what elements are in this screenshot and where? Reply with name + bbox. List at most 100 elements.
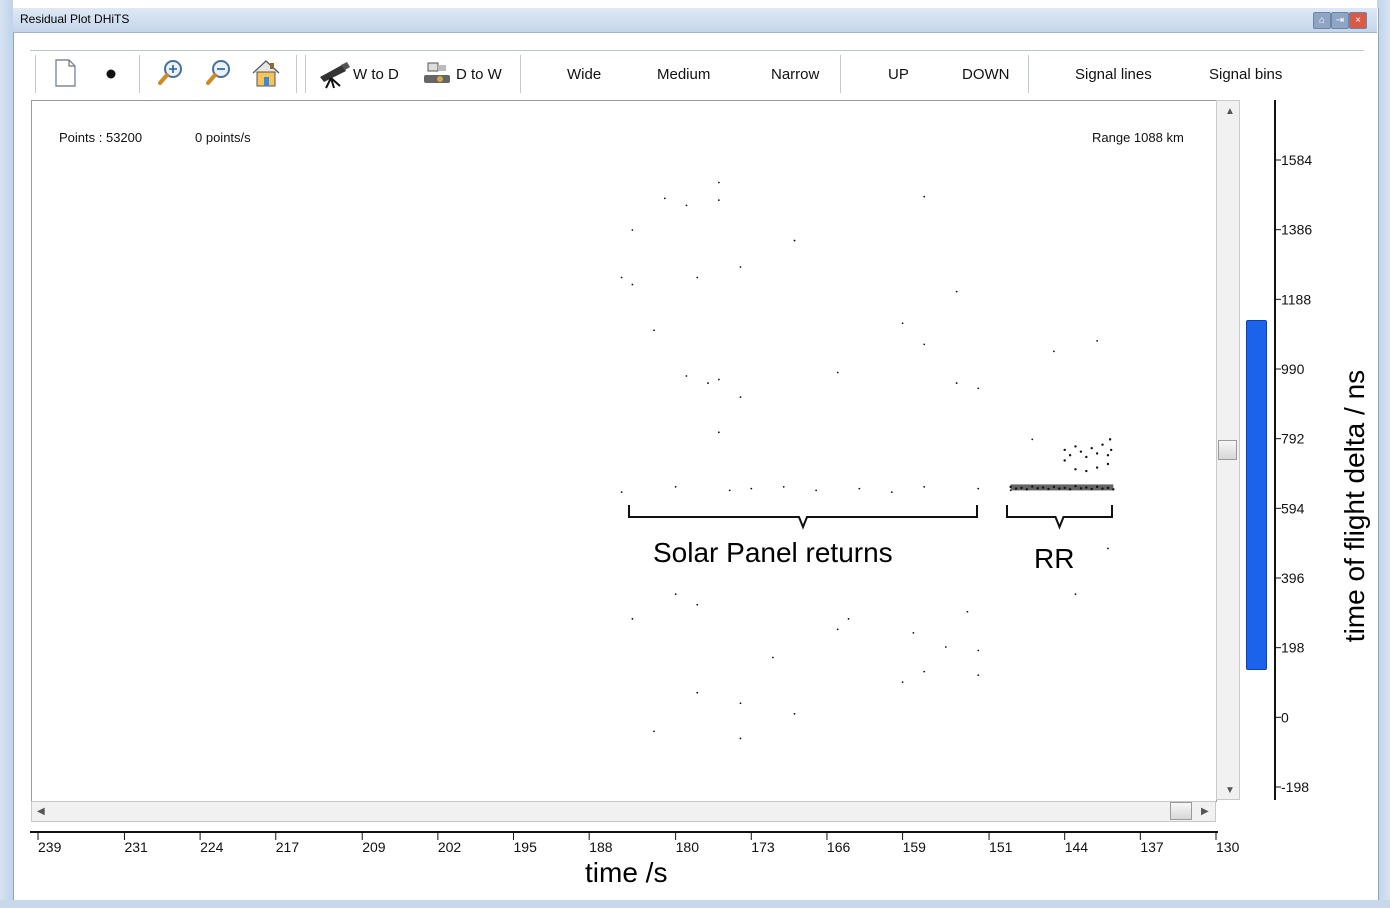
residual-point	[739, 266, 742, 268]
residual-point	[782, 485, 785, 488]
residual-point	[771, 656, 774, 659]
residual-point	[674, 593, 677, 596]
residual-point	[685, 204, 688, 207]
residual-point	[977, 487, 980, 490]
solar-panel-label: Solar Panel returns	[653, 537, 893, 568]
residual-point	[923, 670, 926, 673]
residual-point	[793, 239, 796, 242]
y-tick-label: 792	[1281, 431, 1305, 447]
residual-point	[836, 628, 839, 631]
x-tick-label: 188	[589, 839, 613, 855]
x-tick-label: 209	[362, 839, 386, 855]
residual-point	[923, 485, 926, 488]
rr-point	[1106, 462, 1110, 466]
residual-point	[717, 431, 720, 434]
y-tick-label: 1386	[1281, 222, 1312, 238]
x-tick-label: 180	[676, 839, 700, 855]
scroll-down-arrow-icon[interactable]: ▼	[1225, 785, 1235, 796]
residual-point	[663, 197, 666, 200]
residual-point	[685, 375, 688, 377]
vertical-scroll-thumb[interactable]	[1218, 440, 1237, 460]
residual-point	[977, 387, 980, 390]
scroll-left-arrow-icon[interactable]: ◀	[37, 806, 45, 817]
horizontal-scroll-thumb[interactable]	[1170, 802, 1192, 820]
rr-point	[1106, 454, 1110, 457]
residual-point	[955, 382, 958, 384]
x-tick-label: 151	[989, 839, 1013, 855]
y-tick-label: 594	[1281, 500, 1305, 516]
residual-point	[955, 290, 958, 293]
rr-point	[1109, 448, 1113, 452]
x-tick-label: 137	[1140, 839, 1164, 855]
residual-point	[717, 199, 720, 202]
residual-point	[966, 610, 969, 613]
residual-point	[944, 646, 947, 648]
rr-point	[1101, 443, 1104, 446]
residual-point	[901, 681, 904, 684]
y-tick-label: 1188	[1281, 291, 1311, 307]
x-tick-label: 159	[903, 839, 927, 855]
y-tick-label: 396	[1281, 570, 1305, 586]
residual-point	[739, 702, 742, 705]
residual-point	[1074, 593, 1077, 596]
rr-point	[1074, 445, 1077, 448]
residual-point	[653, 730, 655, 733]
residual-point	[923, 195, 926, 198]
scroll-right-arrow-icon[interactable]: ▶	[1201, 806, 1209, 817]
scroll-up-arrow-icon[interactable]: ▲	[1225, 106, 1235, 117]
residual-point	[696, 691, 699, 694]
y-tick-label: -198	[1281, 779, 1309, 795]
residual-point	[620, 276, 623, 279]
residual-point	[815, 489, 818, 492]
residual-point	[1052, 350, 1055, 353]
residual-point	[696, 603, 699, 606]
residual-point	[793, 712, 796, 715]
residual-point	[696, 276, 699, 279]
residual-point	[1031, 438, 1034, 441]
rr-brace	[1006, 505, 1113, 530]
x-tick-label: 202	[438, 839, 462, 855]
rr-point	[1079, 450, 1083, 453]
rr-point	[1108, 438, 1112, 441]
y-tick-label: 198	[1281, 640, 1305, 656]
y-axis-label: time of flight delta / ns	[1339, 369, 1370, 643]
x-tick-label: 231	[124, 839, 148, 855]
residual-point	[717, 378, 720, 381]
residual-point	[977, 649, 980, 652]
residual-point	[653, 329, 655, 332]
residual-point	[707, 382, 709, 384]
x-tick-label: 224	[200, 839, 224, 855]
residual-point	[739, 737, 742, 740]
residual-point	[901, 322, 904, 325]
residual-point	[977, 674, 980, 677]
residual-point	[890, 491, 893, 494]
residual-point	[631, 283, 634, 286]
y-tick-label: 0	[1281, 709, 1289, 725]
rr-point	[1095, 466, 1099, 469]
residual-point	[728, 489, 731, 492]
rr-label: RR	[1034, 543, 1075, 574]
x-tick-label: 217	[276, 839, 300, 855]
rr-point	[1090, 446, 1093, 450]
rr-point	[1068, 454, 1072, 457]
rr-point	[1085, 455, 1088, 459]
rr-point	[1085, 469, 1088, 473]
residual-point	[739, 396, 742, 399]
rr-point	[1095, 452, 1099, 455]
residual-point	[923, 343, 926, 346]
x-tick-label: 239	[38, 839, 62, 855]
rr-point	[1063, 448, 1066, 452]
residual-point	[717, 181, 720, 184]
horizontal-scrollbar[interactable]	[31, 801, 1216, 822]
residual-point	[620, 491, 623, 494]
y-tick-label: 990	[1281, 361, 1305, 377]
x-tick-label: 144	[1065, 839, 1089, 855]
residual-point	[1096, 339, 1099, 342]
residual-point	[858, 487, 861, 490]
residual-point	[674, 485, 677, 488]
window-frame-bottom	[0, 900, 1390, 908]
y-tick-label: 1584	[1281, 152, 1312, 168]
x-axis-label: time /s	[585, 857, 668, 888]
residual-point	[631, 617, 634, 620]
x-tick-label: 130	[1216, 839, 1240, 855]
